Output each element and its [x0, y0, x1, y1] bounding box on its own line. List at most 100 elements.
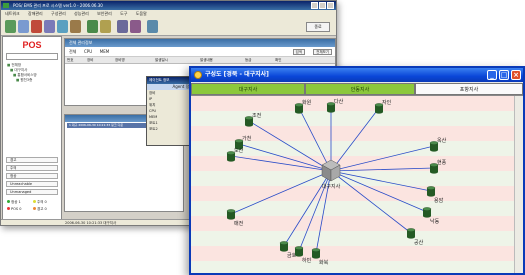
back-title-bar: POS/ EMS 관리 프로 시스템 ver1.0 - 2006.06.30 — [1, 1, 336, 10]
close-icon[interactable] — [327, 2, 334, 9]
left-navigation-panel: POS 전체망 대구지사 통합서비스망 원천3층 경고 주의 정상 Unreac… — [2, 36, 62, 222]
legend-item: 주의 0 — [33, 200, 47, 205]
network-map-icon[interactable] — [5, 20, 16, 33]
minimize-icon[interactable]: _ — [487, 70, 497, 80]
maximize-icon[interactable] — [319, 2, 326, 9]
network-topology-graph: 대구지사조전화원 다산 자인가천도산옥산현풍용암낙동공산매전금호하빈 화북 — [226, 98, 447, 266]
router-node-icon[interactable] — [406, 228, 416, 239]
router-node-icon[interactable] — [294, 246, 304, 257]
settings-icon[interactable] — [117, 20, 128, 33]
menu-item[interactable]: 성능관리 — [74, 11, 89, 16]
router-node-icon[interactable] — [422, 207, 432, 218]
node-icon[interactable] — [87, 20, 98, 33]
status-row-warning: 경고 — [6, 157, 58, 163]
pos-logo: POS — [22, 40, 42, 50]
orange-dot-icon — [33, 207, 36, 210]
node-label: 조전 — [252, 112, 262, 119]
router-node-icon[interactable] — [279, 241, 289, 252]
node-label: 화북 — [319, 260, 329, 266]
topology-window-title: 구성도 [경북 - 대구지사] — [205, 71, 269, 78]
tab-daegu[interactable]: 대구지사 — [191, 83, 305, 95]
column-header[interactable]: 확인 — [275, 57, 281, 64]
topology-canvas: 대구지사 조전 화원 다산 자인 가천 도산 옥산 현풍 용암 낙동 공산 매전 금호 하빈 화북 — [191, 96, 523, 273]
exit-button[interactable]: 종료 — [306, 22, 330, 32]
menu-item[interactable]: 도구 — [120, 11, 127, 16]
menu-bar: 네트워크 장애관리 구성관리 성능관리 보안관리 도구 도움말 — [1, 10, 336, 18]
log-icon[interactable] — [100, 20, 111, 33]
router-node-icon[interactable] — [226, 209, 236, 220]
search-button[interactable]: 검색 — [292, 49, 305, 55]
column-header[interactable]: 장비 — [87, 57, 93, 64]
red-dot-icon — [7, 207, 10, 210]
central-node-label: 대구지사 — [322, 183, 341, 190]
toolbar: 종료 — [1, 18, 336, 36]
column-header[interactable]: 발생내용 — [200, 57, 213, 64]
performance-icon[interactable] — [57, 20, 68, 33]
node-label: 도산 — [234, 147, 244, 154]
menu-item[interactable]: 보안관리 — [97, 11, 112, 16]
tree-item[interactable]: 원천3층 — [7, 78, 37, 83]
tab-andong[interactable]: 안동지사 — [305, 83, 415, 95]
legend-label: 정상 1 — [11, 200, 21, 204]
app-icon — [194, 71, 202, 79]
filter-bar: 전체 CPU MEM 검색 전체보기 — [65, 47, 335, 57]
link-line — [330, 145, 435, 172]
column-header[interactable]: 번호 — [67, 57, 73, 64]
router-node-icon[interactable] — [311, 248, 321, 259]
topology-title-bar: 구성도 [경북 - 대구지사] _ □ × — [191, 68, 523, 82]
legend-label: 경고 0 — [37, 207, 47, 211]
vertical-scrollbar[interactable] — [514, 96, 523, 273]
minimize-icon[interactable] — [311, 2, 318, 9]
region-select[interactable] — [6, 53, 58, 60]
app-icon — [3, 3, 9, 8]
table-header: 번호 장비 장비명 발생일시 발생내용 등급 확인 — [65, 57, 335, 64]
node-label: 자인 — [382, 99, 392, 106]
column-header[interactable]: 장비명 — [115, 57, 125, 64]
link-line — [238, 143, 332, 172]
help-icon[interactable] — [147, 20, 158, 33]
node-label: 하빈 — [302, 257, 312, 264]
config-icon[interactable] — [44, 20, 55, 33]
link-line — [230, 155, 332, 172]
link-line — [330, 170, 428, 213]
column-header[interactable]: 발생일시 — [155, 57, 168, 64]
status-row-unmanaged: Unmanaged — [6, 189, 58, 195]
alarm-icon[interactable] — [31, 20, 42, 33]
node-label: 화원 — [302, 99, 312, 106]
node-label: 매전 — [234, 220, 244, 227]
tab-pohang[interactable]: 포항지사 — [415, 83, 523, 95]
filter-cpu[interactable]: CPU — [84, 49, 92, 54]
filter-all[interactable]: 전체 — [69, 49, 76, 54]
yellow-dot-icon — [33, 200, 36, 203]
router-node-icon[interactable] — [426, 186, 436, 197]
node-label: 다산 — [334, 98, 344, 105]
filter-mem[interactable]: MEM — [100, 49, 109, 54]
legend-label: POS 0 — [11, 207, 22, 211]
show-all-button[interactable]: 전체보기 — [313, 49, 332, 55]
agent-popup-title: 에이전트 정보 — [147, 77, 195, 84]
link-line — [330, 170, 432, 192]
legend-item: 정상 1 — [7, 200, 21, 205]
node-label: 공산 — [414, 239, 424, 246]
node-label: 현풍 — [437, 159, 447, 166]
column-header[interactable]: 등급 — [245, 57, 251, 64]
maximize-icon[interactable]: □ — [499, 70, 509, 80]
legend-item: POS 0 — [7, 207, 21, 212]
device-icon[interactable] — [18, 20, 29, 33]
menu-item[interactable]: 도움말 — [136, 11, 147, 16]
user-icon[interactable] — [130, 20, 141, 33]
status-row-unreachable: Unreachable — [6, 181, 58, 187]
legend-label: 주의 0 — [37, 200, 47, 204]
status-row-normal: 정상 — [6, 173, 58, 179]
menu-item[interactable]: 네트워크 — [5, 11, 20, 16]
link-line — [330, 170, 412, 234]
node-label: 가천 — [242, 135, 252, 142]
link-line — [330, 107, 380, 172]
menu-item[interactable]: 장애관리 — [28, 11, 43, 16]
topology-window: 구성도 [경북 - 대구지사] _ □ × 대구지사 안동지사 포항지사 대구지… — [189, 66, 525, 275]
report-icon[interactable] — [70, 20, 81, 33]
close-icon[interactable]: × — [511, 70, 521, 80]
back-window-title: POS/ EMS 관리 프로 시스템 ver1.0 - 2006.06.30 — [13, 3, 103, 8]
green-dot-icon — [7, 200, 10, 203]
menu-item[interactable]: 구성관리 — [51, 11, 66, 16]
